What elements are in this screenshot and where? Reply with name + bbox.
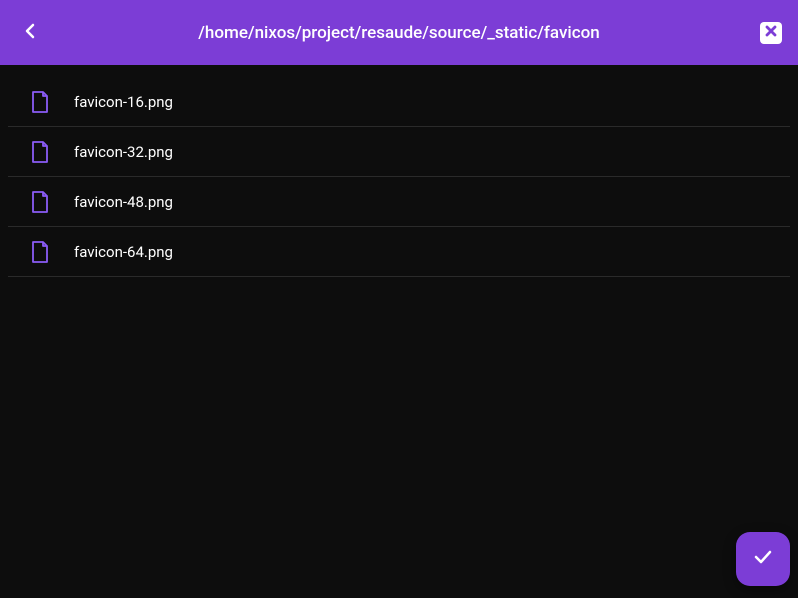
file-name: favicon-48.png [74, 193, 173, 211]
file-icon [30, 191, 50, 213]
confirm-button[interactable] [736, 532, 790, 586]
file-item[interactable]: favicon-32.png [8, 127, 790, 177]
file-icon [30, 241, 50, 263]
check-icon [752, 546, 774, 572]
file-item[interactable]: favicon-48.png [8, 177, 790, 227]
chevron-left-icon [25, 23, 35, 43]
header-bar: /home/nixos/project/resaude/source/_stat… [0, 0, 798, 65]
close-button[interactable] [760, 22, 782, 44]
file-name: favicon-16.png [74, 93, 173, 111]
path-title: /home/nixos/project/resaude/source/_stat… [198, 23, 599, 43]
file-icon [30, 91, 50, 113]
back-button[interactable] [16, 19, 44, 47]
file-name: favicon-32.png [74, 143, 173, 161]
close-icon [764, 23, 778, 42]
file-item[interactable]: favicon-64.png [8, 227, 790, 277]
file-icon [30, 141, 50, 163]
file-item[interactable]: favicon-16.png [8, 77, 790, 127]
file-name: favicon-64.png [74, 243, 173, 261]
file-list: favicon-16.png favicon-32.png favicon-48… [0, 65, 798, 277]
